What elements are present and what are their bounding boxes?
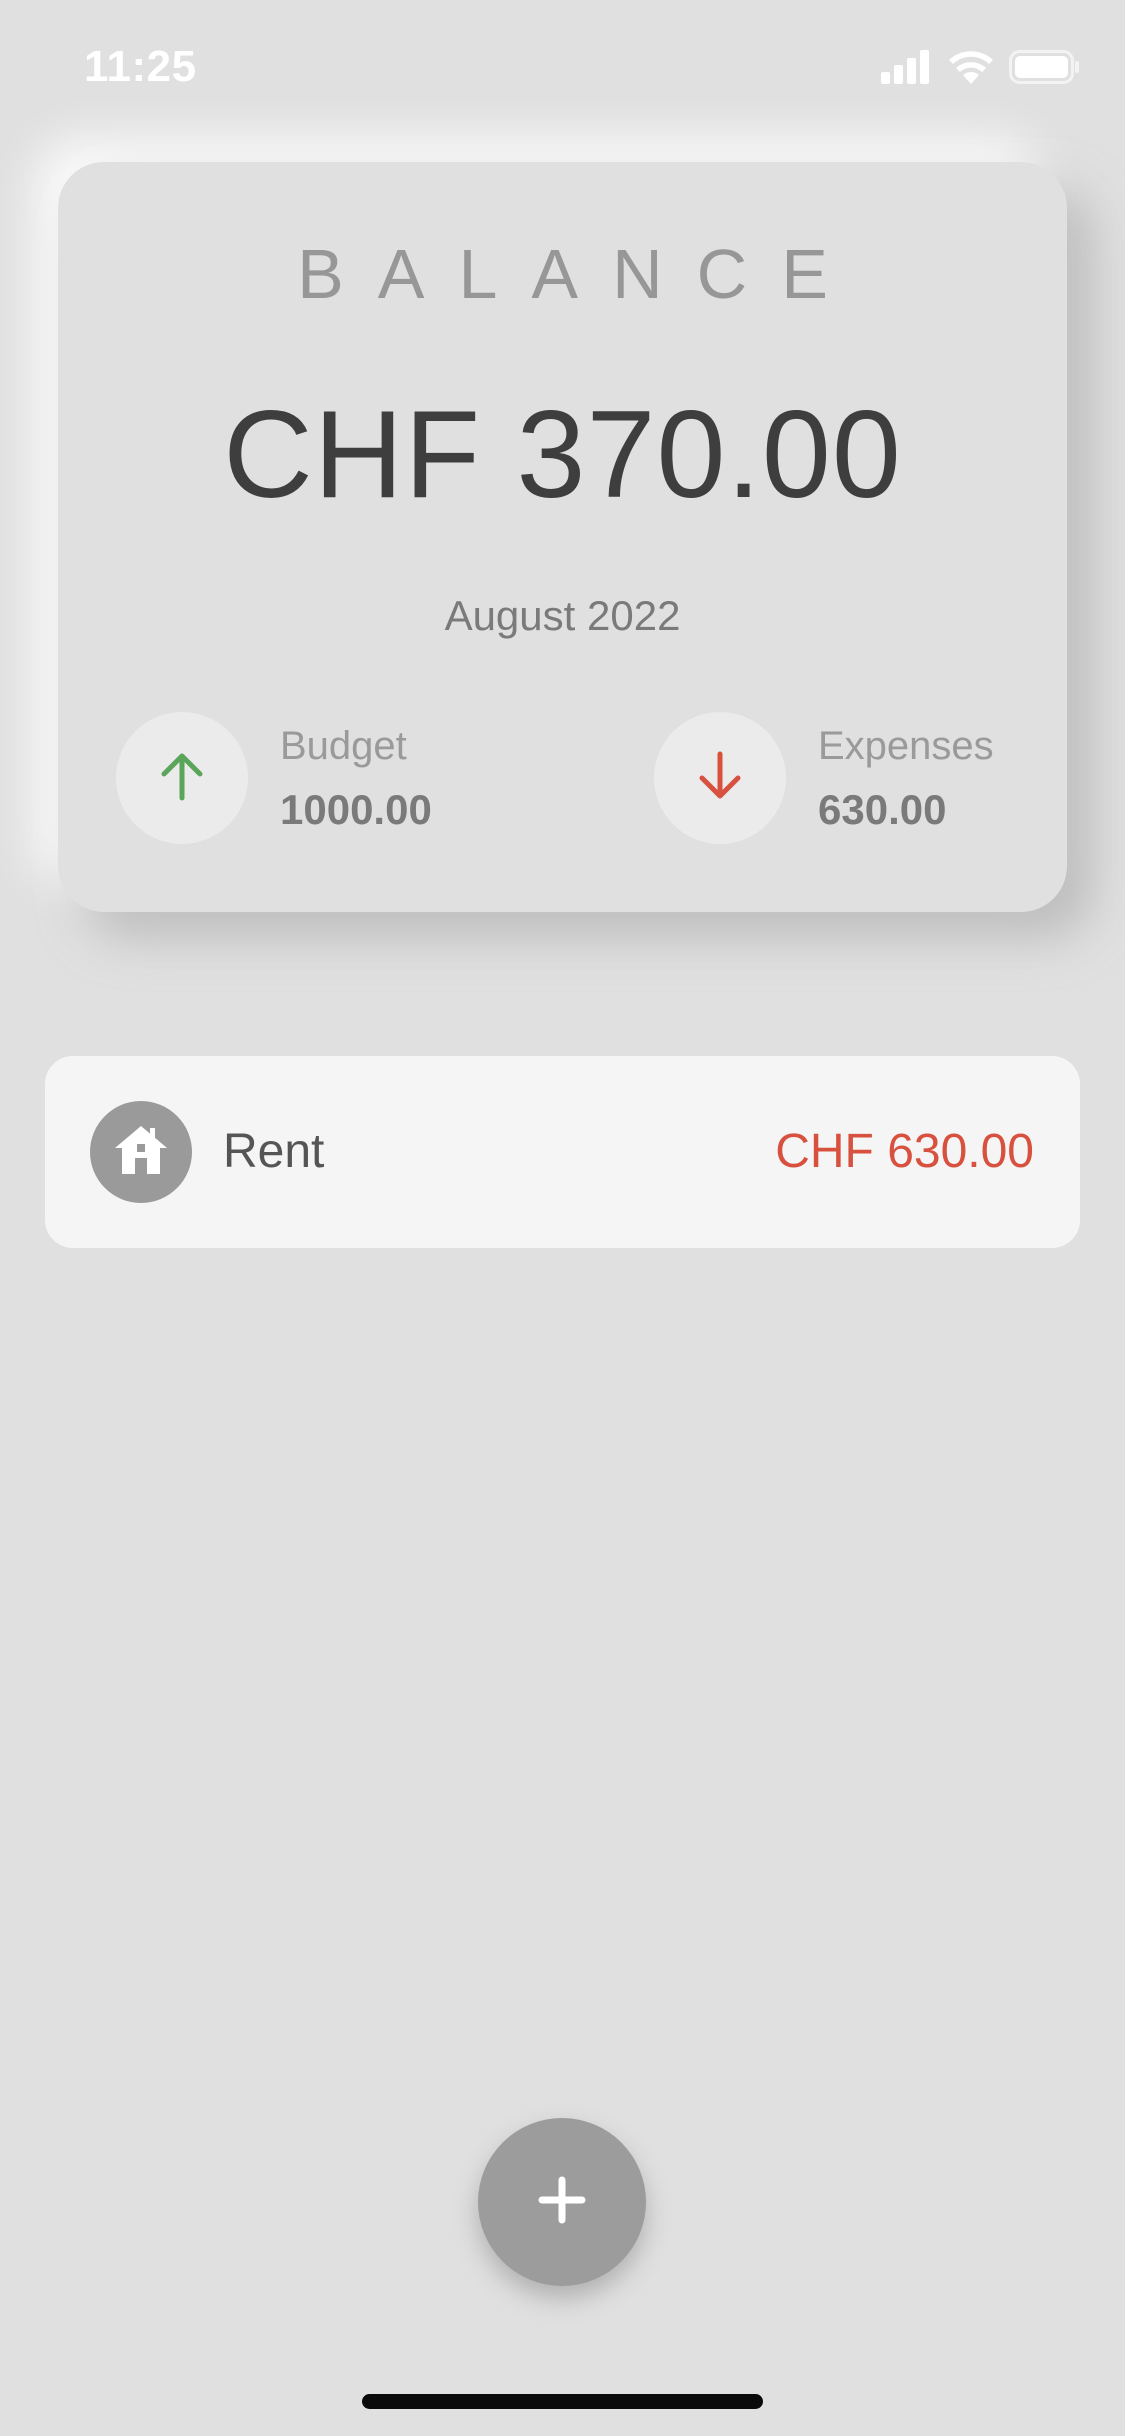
expenses-icon-circle [654, 712, 786, 844]
add-transaction-button[interactable] [478, 2118, 646, 2286]
expenses-label: Expenses [818, 724, 994, 768]
status-time: 11:25 [84, 42, 197, 91]
budget-summary[interactable]: Budget 1000.00 [116, 712, 432, 844]
transaction-row[interactable]: Rent CHF 630.00 [45, 1056, 1080, 1248]
cellular-signal-icon [881, 50, 933, 89]
transaction-amount: CHF 630.00 [775, 1125, 1034, 1178]
balance-card: BALANCE CHF 370.00 August 2022 Budget 10… [58, 162, 1067, 912]
arrow-up-icon [154, 748, 210, 809]
balance-amount: CHF 370.00 [223, 386, 902, 524]
status-bar: 11:25 [0, 0, 1125, 140]
balance-heading: BALANCE [297, 235, 862, 313]
home-indicator[interactable] [362, 2394, 763, 2409]
plus-icon [536, 2174, 588, 2231]
budget-value: 1000.00 [280, 786, 432, 833]
home-icon [113, 1124, 169, 1181]
expenses-value: 630.00 [818, 786, 947, 833]
arrow-down-icon [692, 748, 748, 809]
budget-label: Budget [280, 724, 407, 768]
status-icons [881, 50, 1081, 89]
battery-icon [1009, 50, 1081, 89]
transaction-name: Rent [223, 1125, 325, 1178]
wifi-icon [947, 50, 995, 89]
budget-icon-circle [116, 712, 248, 844]
balance-month[interactable]: August 2022 [58, 592, 1067, 640]
expenses-summary[interactable]: Expenses 630.00 [654, 712, 994, 844]
transaction-category-avatar [90, 1101, 192, 1203]
